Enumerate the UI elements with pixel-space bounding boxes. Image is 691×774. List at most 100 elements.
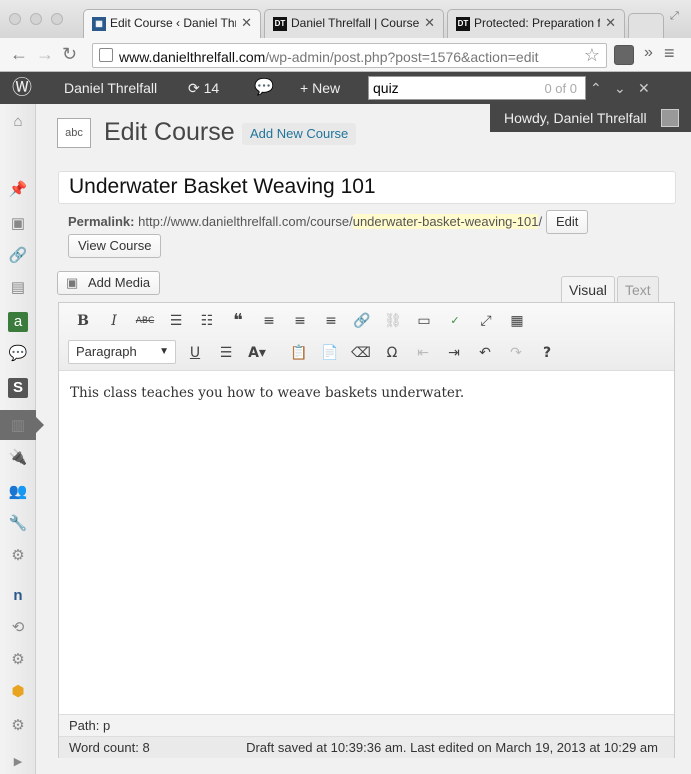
visual-editor: B I ABC ☰ ☷ ❝ ≡ ≡ ≡ 🔗 ⛓ ▭ ✓ ⤢ ▦ Paragrap… [58, 302, 675, 758]
edit-permalink-button[interactable]: Edit [546, 210, 589, 234]
special-character-icon[interactable]: Ω [381, 342, 403, 364]
media-icon[interactable]: ▣ [8, 214, 28, 234]
comments-icon[interactable]: 💬 [254, 72, 274, 104]
find-input[interactable] [373, 80, 513, 96]
users-icon[interactable]: 👥 [8, 482, 28, 502]
strikethrough-icon[interactable]: ABC [134, 310, 156, 332]
underline-icon[interactable]: U [184, 342, 206, 364]
browser-tab-edit-course[interactable]: ▦ Edit Course ‹ Daniel Thr ✕ [83, 9, 261, 38]
updates-icon: ⟳ [188, 80, 200, 96]
window-close-button[interactable] [9, 13, 21, 25]
permalink-base: http://www.danielthrelfall.com/course/ [138, 214, 353, 229]
indent-icon[interactable]: ⇥ [443, 342, 465, 364]
address-bar[interactable]: www.danielthrelfall.com/wp-admin/post.ph… [92, 43, 607, 68]
close-icon[interactable]: ✕ [424, 15, 435, 31]
browser-tab-strip: ▦ Edit Course ‹ Daniel Thr ✕ DT Daniel T… [0, 0, 691, 38]
spellcheck-icon[interactable]: ✓ [444, 310, 466, 332]
unlink-icon[interactable]: ⛓ [382, 310, 404, 332]
gear-icon[interactable]: ⚙ [8, 716, 28, 736]
insert-link-icon[interactable]: 🔗 [351, 310, 373, 332]
new-content-link[interactable]: + New [300, 72, 340, 104]
redo-icon[interactable]: ↷ [505, 342, 527, 364]
permalink-label: Permalink: [68, 214, 135, 229]
updates-link[interactable]: ⟳ 14 [188, 72, 219, 104]
title-field [58, 171, 676, 204]
fullscreen-icon[interactable]: ⤢ [475, 310, 497, 332]
comments-icon[interactable]: 💬 [8, 344, 28, 364]
new-label: New [312, 80, 341, 96]
outdent-icon[interactable]: ⇤ [412, 342, 434, 364]
appearance-icon[interactable]: ▥ [8, 416, 28, 436]
format-select[interactable]: Paragraph ▼ [68, 340, 176, 364]
align-right-icon[interactable]: ≡ [320, 310, 342, 332]
browser-tab-course[interactable]: DT Daniel Threlfall | Course ✕ [264, 9, 444, 38]
forward-arrow-icon[interactable]: → [36, 44, 54, 65]
italic-icon[interactable]: I [103, 310, 125, 332]
align-left-icon[interactable]: ≡ [258, 310, 280, 332]
permalink-slug[interactable]: underwater-basket-weaving-101 [352, 214, 539, 229]
wp-admin-bar: Ⓦ Daniel Threlfall ⟳ 14 💬 + New 0 of 0 ⌃… [0, 72, 691, 104]
editor-status-bar: Word count: 8 Draft saved at 10:39:36 am… [59, 736, 674, 758]
new-tab-button[interactable] [628, 13, 664, 38]
collapse-menu-icon[interactable]: ▶ [8, 752, 28, 772]
pin-icon[interactable]: 📌 [8, 180, 28, 200]
kitchen-sink-icon[interactable]: ▦ [506, 310, 528, 332]
bookmark-star-icon[interactable]: ☆ [584, 45, 600, 66]
tab-text[interactable]: Text [617, 276, 659, 303]
overflow-chevron-icon[interactable]: » [644, 44, 653, 62]
gear-icon[interactable]: ⚙ [8, 650, 28, 670]
undo-icon[interactable]: ↶ [474, 342, 496, 364]
view-course-button[interactable]: View Course [68, 234, 162, 258]
bold-icon[interactable]: B [72, 310, 94, 332]
courses-icon[interactable]: a [8, 312, 28, 332]
find-bar: 0 of 0 [368, 76, 586, 100]
add-media-button[interactable]: ▣ Add Media [57, 271, 161, 295]
admin-side-menu: ⌂ 📌 ▣ 🔗 ▤ a 💬 S ▥ 🔌 👥 🔧 ⚙ n ⟲ ⚙ ⬢ ⚙ ▶ [0, 104, 44, 774]
post-title-input[interactable] [69, 175, 659, 199]
paste-text-icon[interactable]: 📋 [288, 342, 310, 364]
window-zoom-button[interactable] [51, 13, 63, 25]
plugins-icon[interactable]: 🔌 [8, 448, 28, 468]
paste-word-icon[interactable]: 📄 [319, 342, 341, 364]
settings-icon[interactable]: ⚙ [8, 546, 28, 566]
find-previous-icon[interactable]: ⌃ [590, 72, 602, 104]
clear-formatting-icon[interactable]: ⌫ [350, 342, 372, 364]
window-minimize-button[interactable] [30, 13, 42, 25]
find-next-icon[interactable]: ⌄ [614, 72, 626, 104]
bullet-list-icon[interactable]: ☰ [165, 310, 187, 332]
wordpress-logo-icon[interactable]: Ⓦ [12, 72, 32, 104]
find-close-icon[interactable]: ✕ [638, 72, 650, 104]
numbered-list-icon[interactable]: ☷ [196, 310, 218, 332]
orange-plugin-icon[interactable]: ⬢ [8, 682, 28, 702]
sync-icon[interactable]: ⟲ [8, 618, 28, 638]
justify-icon[interactable]: ☰ [215, 342, 237, 364]
my-account-menu[interactable]: Howdy, Daniel Threlfall [490, 104, 691, 132]
s-plugin-icon[interactable]: S [8, 378, 28, 398]
chevron-down-icon: ▼ [159, 346, 169, 357]
reload-icon[interactable]: ↻ [62, 44, 77, 65]
editor-path-bar: Path: p [59, 714, 674, 736]
text-color-icon[interactable]: A▾ [246, 342, 268, 364]
align-center-icon[interactable]: ≡ [289, 310, 311, 332]
editor-content[interactable]: This class teaches you how to weave bask… [70, 385, 464, 401]
menu-icon[interactable]: ≡ [664, 43, 675, 64]
blockquote-icon[interactable]: ❝ [227, 310, 249, 332]
insert-more-icon[interactable]: ▭ [413, 310, 435, 332]
pages-icon[interactable]: ▤ [8, 278, 28, 298]
close-icon[interactable]: ✕ [241, 15, 252, 31]
extension-icon[interactable] [614, 45, 634, 65]
n-plugin-icon[interactable]: n [8, 586, 28, 606]
fullscreen-icon[interactable]: ⤢ [670, 10, 679, 23]
help-icon[interactable]: ? [536, 342, 558, 364]
dashboard-icon[interactable]: ⌂ [8, 112, 28, 132]
add-new-course-button[interactable]: Add New Course [242, 123, 357, 145]
editor-toolbar: B I ABC ☰ ☷ ❝ ≡ ≡ ≡ 🔗 ⛓ ▭ ✓ ⤢ ▦ Paragrap… [59, 303, 674, 371]
browser-tab-protected[interactable]: DT Protected: Preparation fo ✕ [447, 9, 625, 38]
browser-toolbar: ← → ↻ www.danielthrelfall.com/wp-admin/p… [0, 38, 691, 72]
tools-icon[interactable]: 🔧 [8, 514, 28, 534]
tab-visual[interactable]: Visual [561, 276, 615, 303]
close-icon[interactable]: ✕ [605, 15, 616, 31]
links-icon[interactable]: 🔗 [8, 246, 28, 266]
site-name-link[interactable]: Daniel Threlfall [64, 72, 157, 104]
back-arrow-icon[interactable]: ← [10, 44, 28, 65]
